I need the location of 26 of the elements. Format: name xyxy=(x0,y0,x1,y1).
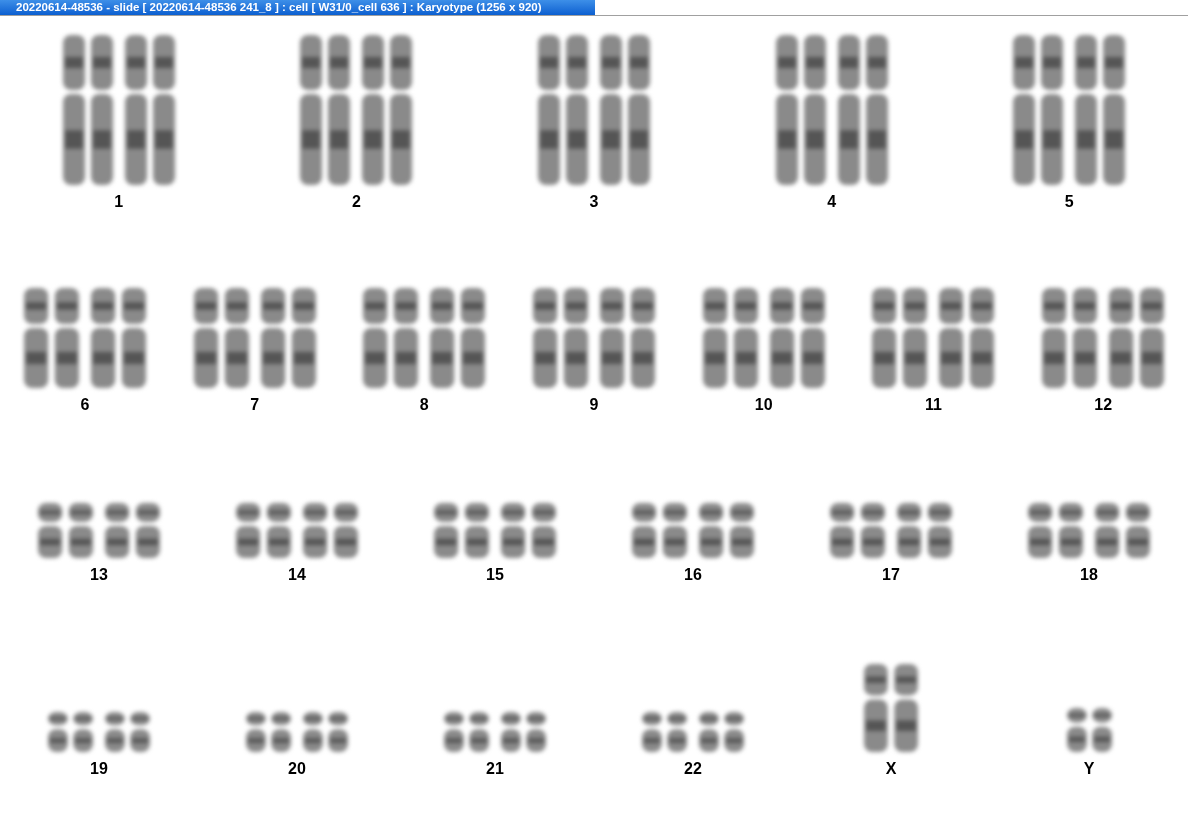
chromosome-label: 18 xyxy=(1080,566,1098,584)
chromosome-label: 1 xyxy=(114,193,124,211)
chromosome-label: X xyxy=(885,760,897,778)
chromosome-label: 11 xyxy=(925,396,942,414)
chromosome-label: 8 xyxy=(419,396,429,414)
chromosome-label: 15 xyxy=(486,566,504,584)
chromosome-drawing xyxy=(1066,708,1112,752)
chromosome-label: 12 xyxy=(1094,396,1113,414)
window-title: 20220614-48536 - slide [ 20220614-48536 241_8 ] : cell [ W31/0_cell 636 ] : Karyotype (1256 x 920) xyxy=(0,0,595,15)
chromosome-label: 22 xyxy=(684,760,702,778)
chromosome-label: 19 xyxy=(90,760,108,778)
chromosome-label: 3 xyxy=(589,193,599,211)
chromosome-label: 20 xyxy=(288,760,306,778)
chromosome-label: 5 xyxy=(1064,193,1074,211)
chromosome-label: 4 xyxy=(827,193,837,211)
chromosome-label: 17 xyxy=(882,566,900,584)
chromosome-label: 14 xyxy=(288,566,306,584)
chromosome-label: 7 xyxy=(250,396,260,414)
chromosome-label: 21 xyxy=(486,760,504,778)
chromosome-label: 6 xyxy=(80,396,90,414)
chromosome-label: 16 xyxy=(684,566,702,584)
chromosome-label: 9 xyxy=(589,396,599,414)
chromosome-label: 10 xyxy=(754,396,773,414)
chromosome-label: 2 xyxy=(351,193,361,211)
chromosome-label: 13 xyxy=(90,566,108,584)
chromosome-label: Y xyxy=(1083,760,1095,778)
